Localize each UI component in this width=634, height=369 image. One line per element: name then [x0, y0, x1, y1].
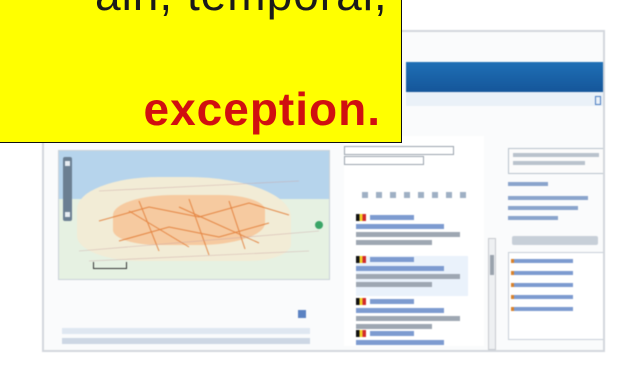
callout-main-text: exception.: [143, 83, 381, 135]
info-icon[interactable]: [298, 310, 306, 318]
result-snippet: [356, 324, 432, 329]
sidebar-list-item[interactable]: [511, 271, 573, 275]
result-item[interactable]: [356, 214, 468, 254]
result-title: [370, 331, 414, 336]
app-subheader: [406, 92, 603, 106]
search-box[interactable]: [508, 148, 603, 174]
callout-box: ain, temporal, exception.: [0, 0, 402, 143]
app-header-bar: [406, 62, 603, 92]
result-snippet: [356, 316, 460, 321]
search-box-line: [513, 161, 585, 165]
search-box-line: [513, 153, 599, 157]
sidebar-list-item[interactable]: [511, 259, 573, 263]
map-zoom-control[interactable]: [63, 157, 72, 221]
result-item[interactable]: [356, 256, 468, 296]
sidebar-list-item[interactable]: [511, 307, 573, 311]
sidebar-list-item[interactable]: [511, 283, 573, 287]
sidebar-list: [508, 252, 603, 340]
result-snippet: [356, 282, 432, 287]
result-title: [370, 215, 414, 220]
belgium-flag-icon: [356, 330, 366, 337]
belgium-flag-icon: [356, 214, 366, 221]
result-snippet: [356, 232, 460, 237]
result-title: [370, 257, 414, 262]
result-item[interactable]: [356, 330, 468, 350]
result-snippet: [356, 240, 432, 245]
belgium-flag-icon: [356, 256, 366, 263]
result-link: [356, 224, 444, 229]
result-title: [370, 299, 414, 304]
sidebar-link[interactable]: [508, 206, 578, 210]
document-icon[interactable]: [595, 96, 601, 105]
results-scrollbar[interactable]: [488, 238, 496, 350]
map-view[interactable]: [58, 150, 330, 280]
result-link: [356, 340, 444, 345]
callout-top-text: ain, temporal,: [95, 0, 388, 17]
slide-canvas: ain, temporal, exception.: [0, 0, 634, 369]
activity-row[interactable]: [62, 338, 310, 344]
sidebar-heading: [508, 182, 548, 186]
sidebar-link[interactable]: [508, 216, 558, 220]
map-scale-bar: [93, 262, 127, 269]
belgium-flag-icon: [356, 298, 366, 305]
sidebar-list-item[interactable]: [511, 295, 573, 299]
result-link: [356, 308, 444, 313]
result-snippet: [356, 274, 460, 279]
sort-select[interactable]: [344, 156, 424, 165]
activity-row[interactable]: [62, 328, 310, 334]
result-link: [356, 266, 444, 271]
map-marker-icon[interactable]: [315, 221, 323, 229]
filter-select[interactable]: [344, 146, 454, 155]
sidebar-link[interactable]: [508, 196, 588, 200]
map-roads: [78, 180, 320, 262]
pagination[interactable]: [362, 192, 468, 198]
sidebar-button[interactable]: [512, 236, 598, 245]
